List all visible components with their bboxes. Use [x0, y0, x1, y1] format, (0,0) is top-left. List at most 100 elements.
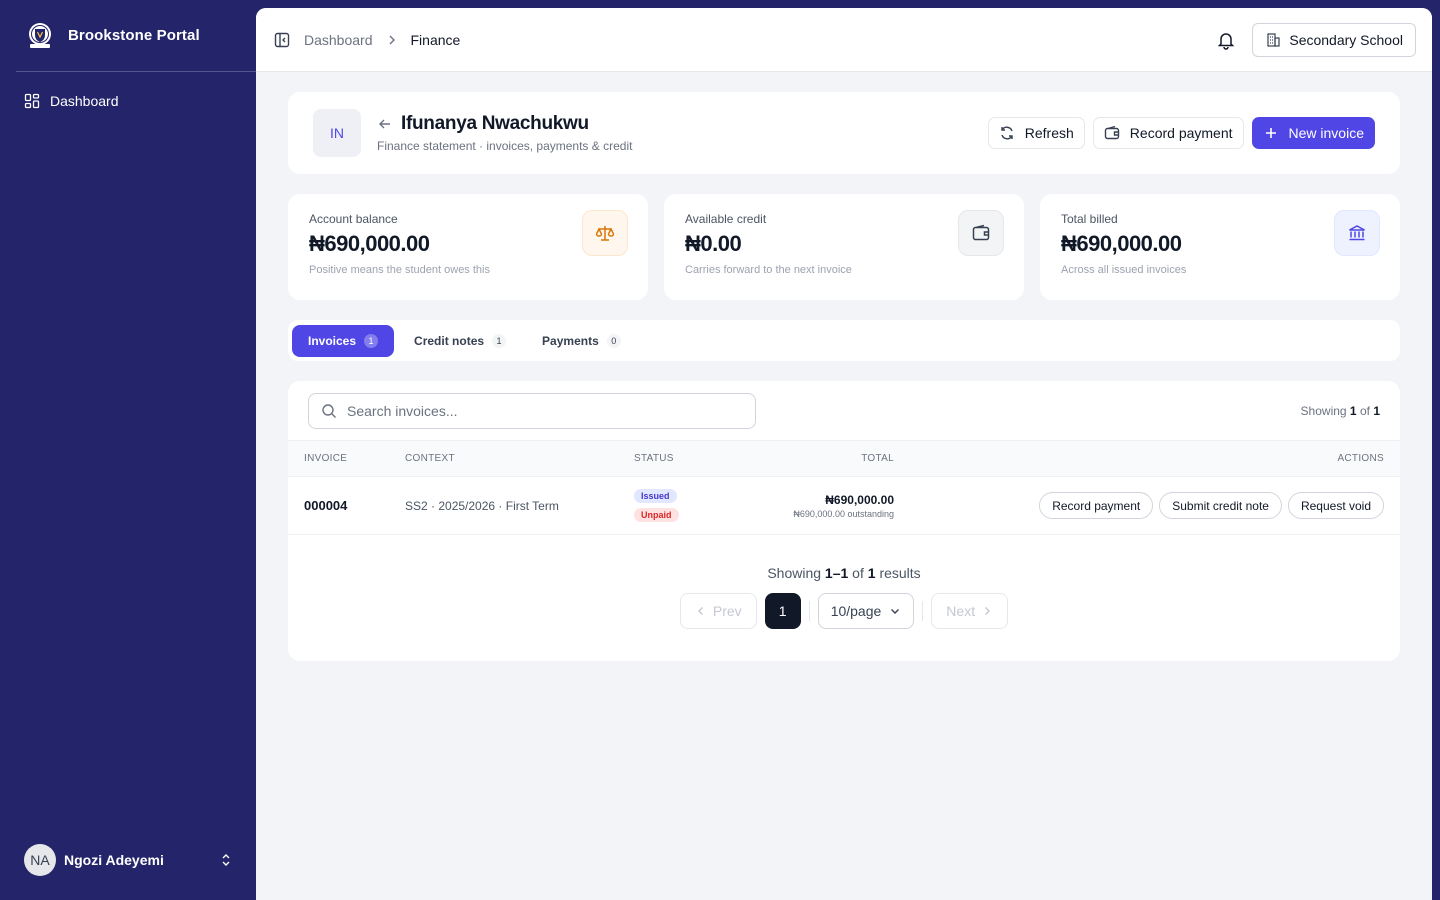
tab-count: 1 [364, 333, 379, 348]
sidebar-toggle-icon[interactable] [274, 32, 290, 48]
invoice-number[interactable]: 000004 [304, 498, 405, 513]
page-1-button[interactable]: 1 [764, 593, 801, 629]
request-void-button[interactable]: Request void [1287, 492, 1384, 519]
search-field[interactable] [308, 392, 756, 429]
column-header-invoice[interactable]: INVOICE [304, 453, 405, 464]
content: IN Ifunanya Nwachukwu Finance statement … [256, 72, 1432, 661]
search-icon [321, 403, 337, 419]
pager-divider [808, 601, 810, 621]
brand-name: Brookstone Portal [68, 27, 200, 44]
column-header-actions: ACTIONS [1337, 453, 1384, 464]
total-amount: ₦690,000.00 [825, 492, 894, 507]
next-label: Next [946, 603, 976, 619]
refresh-icon [999, 125, 1015, 141]
tab-credit-notes[interactable]: Credit notes 1 [398, 325, 522, 357]
refresh-button[interactable]: Refresh [987, 117, 1085, 149]
outstanding-amount: ₦690,000.00 outstanding [793, 508, 894, 519]
invoice-context: SS2 · 2025/2026 · First Term [405, 498, 559, 513]
status-badge-issued: Issued [634, 489, 677, 503]
layout-grid-icon [24, 93, 40, 109]
pagination: Showing 1–1 of 1 results Prev 1 10/page [288, 565, 1400, 629]
stat-card-available-credit: Available credit ₦0.00 Carries forward t… [664, 194, 1024, 300]
stat-card-account-balance: Account balance ₦690,000.00 Positive mea… [288, 194, 648, 300]
page-size-select[interactable]: 10/page [817, 593, 915, 629]
user-name: Ngozi Adeyemi [64, 852, 164, 868]
row-record-payment-button[interactable]: Record payment [1039, 492, 1154, 519]
school-name: Secondary School [1289, 31, 1403, 48]
record-payment-label: Record payment [1129, 125, 1233, 141]
search-input[interactable] [347, 402, 727, 419]
stat-label: Total billed [1061, 212, 1118, 226]
stat-value: ₦690,000.00 [309, 231, 430, 256]
refresh-label: Refresh [1024, 125, 1074, 141]
stat-note: Carries forward to the next invoice [685, 264, 852, 276]
tab-count: 0 [606, 333, 621, 348]
stat-card-total-billed: Total billed ₦690,000.00 Across all issu… [1040, 194, 1400, 300]
student-initials: IN [313, 109, 361, 157]
tab-invoices[interactable]: Invoices 1 [292, 324, 395, 357]
brand[interactable]: Brookstone Portal [16, 0, 256, 72]
tab-label: Credit notes [414, 333, 485, 348]
breadcrumb-finance: Finance [410, 31, 461, 48]
page-subtitle: Finance statement · invoices, payments &… [377, 139, 633, 153]
status-badges: Issued Unpaid [634, 489, 734, 522]
stat-note: Across all issued invoices [1061, 264, 1187, 276]
stat-value: ₦0.00 [685, 231, 742, 256]
student-header: IN Ifunanya Nwachukwu Finance statement … [288, 92, 1400, 174]
scale-icon [582, 210, 628, 256]
stat-label: Available credit [685, 212, 767, 226]
showing-count: Showing 1 of 1 [1300, 403, 1380, 418]
next-page-button[interactable]: Next [931, 593, 1009, 629]
stat-label: Account balance [309, 212, 398, 226]
sidebar-item-dashboard[interactable]: Dashboard [0, 90, 256, 112]
sidebar-item-label: Dashboard [50, 93, 119, 109]
row-actions: Record payment Submit credit note Reques… [894, 492, 1384, 519]
column-header-total[interactable]: TOTAL [734, 453, 894, 464]
page-title: Ifunanya Nwachukwu [401, 113, 589, 134]
stat-note: Positive means the student owes this [309, 264, 490, 276]
stats-row: Account balance ₦690,000.00 Positive mea… [288, 194, 1400, 300]
prev-label: Prev [712, 603, 742, 619]
wallet-icon [958, 210, 1004, 256]
bank-icon [1334, 210, 1380, 256]
tab-label: Payments [542, 333, 599, 348]
table-row[interactable]: 000004 SS2 · 2025/2026 · First Term Issu… [288, 477, 1400, 535]
page-size-value: 10/page [830, 603, 882, 619]
arrow-left-icon[interactable] [377, 116, 393, 132]
school-switcher-button[interactable]: Secondary School [1252, 22, 1416, 57]
user-menu[interactable]: NA Ngozi Adeyemi [24, 844, 234, 876]
invoices-table-card: Showing 1 of 1 INVOICE CONTEXT STATUS TO… [288, 381, 1400, 661]
chevrons-up-down-icon [218, 852, 234, 868]
chevron-left-icon [695, 605, 707, 617]
table-header: INVOICE CONTEXT STATUS TOTAL ACTIONS [288, 441, 1400, 477]
pagination-summary: Showing 1–1 of 1 results [767, 565, 921, 581]
stat-value: ₦690,000.00 [1061, 231, 1182, 256]
pager-divider [922, 601, 924, 621]
prev-page-button[interactable]: Prev [679, 593, 757, 629]
main-panel: Dashboard Finance Secondary School IN If… [256, 8, 1432, 900]
breadcrumb-dashboard[interactable]: Dashboard [304, 32, 373, 48]
tab-payments[interactable]: Payments 0 [526, 325, 637, 357]
status-badge-unpaid: Unpaid [634, 508, 679, 522]
invoice-total: ₦690,000.00 ₦690,000.00 outstanding [734, 493, 894, 519]
chevron-right-icon [981, 605, 993, 617]
avatar: NA [24, 844, 56, 876]
wallet-icon [1104, 125, 1120, 141]
sidebar: Brookstone Portal Dashboard NA Ngozi Ade… [0, 0, 256, 900]
submit-credit-note-button[interactable]: Submit credit note [1159, 492, 1282, 519]
school-crest-icon [24, 20, 56, 52]
bell-icon[interactable] [1216, 30, 1236, 50]
new-invoice-button[interactable]: New invoice [1251, 117, 1375, 149]
chevron-down-icon [889, 605, 901, 617]
new-invoice-label: New invoice [1288, 125, 1364, 141]
record-payment-button[interactable]: Record payment [1092, 117, 1244, 149]
tab-count: 1 [492, 333, 507, 348]
tab-label: Invoices [308, 333, 357, 348]
tab-bar: Invoices 1 Credit notes 1 Payments 0 [288, 320, 1400, 361]
column-header-context[interactable]: CONTEXT [405, 453, 634, 464]
topbar: Dashboard Finance Secondary School [256, 8, 1432, 72]
building-icon [1265, 32, 1281, 48]
plus-icon [1263, 125, 1279, 141]
chevron-right-icon [385, 33, 399, 47]
column-header-status[interactable]: STATUS [634, 453, 734, 464]
